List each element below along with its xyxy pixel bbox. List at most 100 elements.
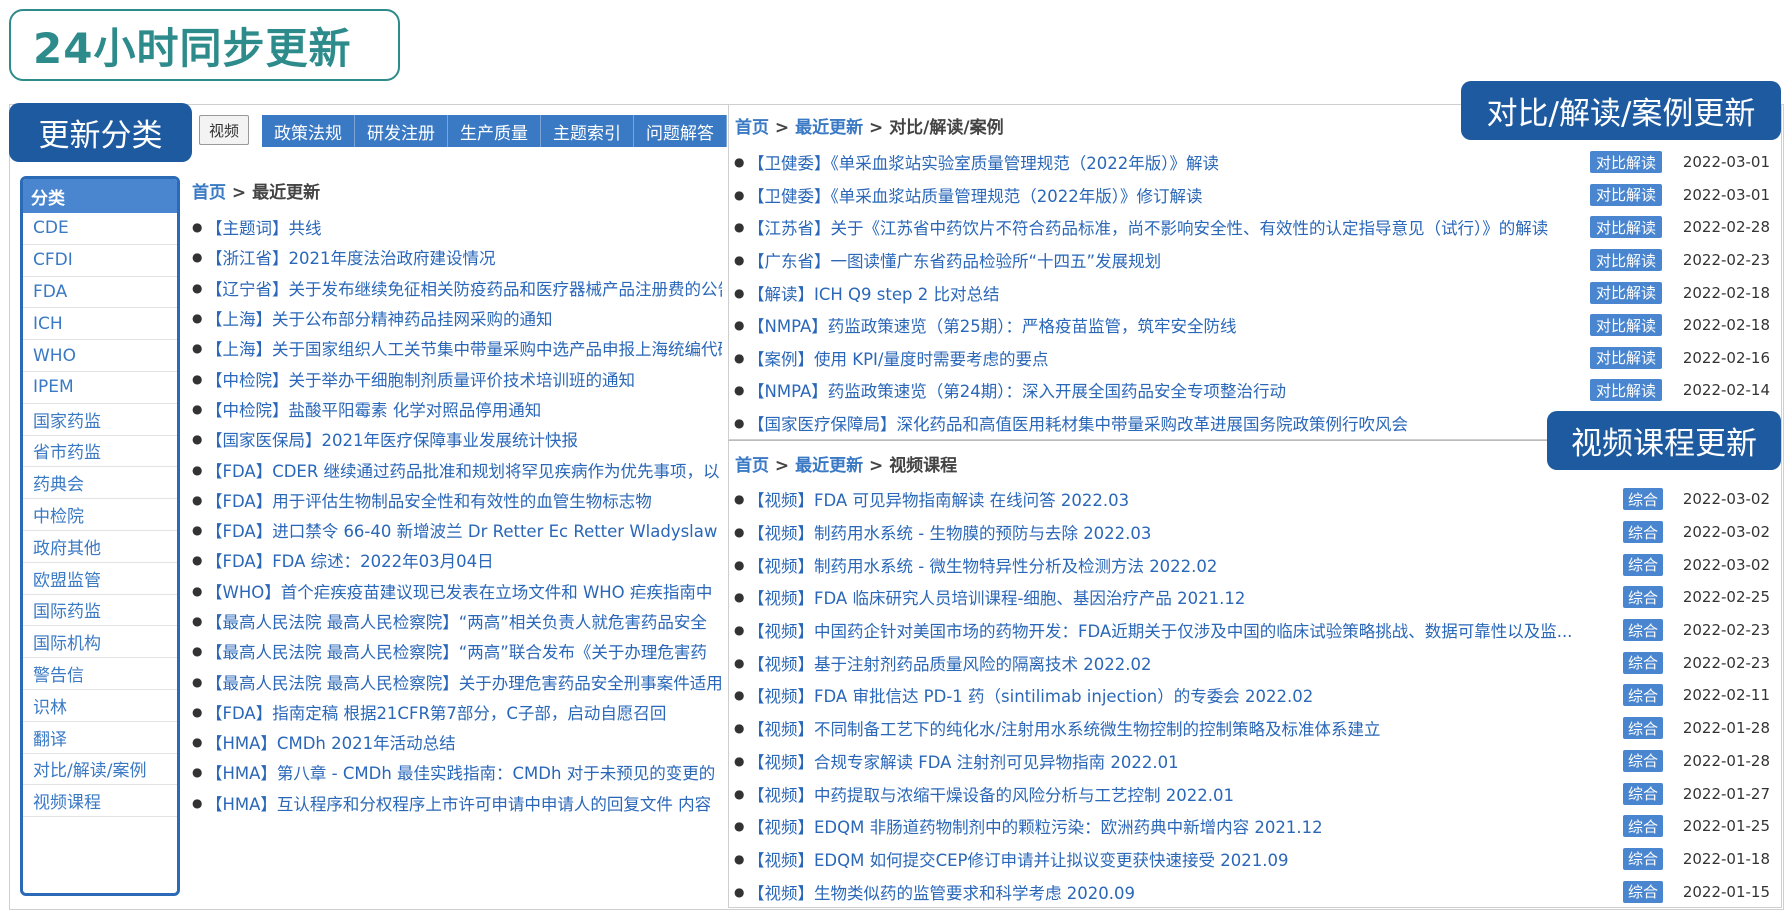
list-item-link[interactable]: 【上海】关于公布部分精神药品挂网采购的通知 bbox=[206, 306, 553, 330]
list-item-link[interactable]: 【NMPA】药监政策速览（第24期）：深入开展全国药品安全专项整治行动 bbox=[748, 378, 1286, 402]
sidebar-item[interactable]: ICH bbox=[23, 308, 177, 341]
category-tag[interactable]: 综合 bbox=[1623, 717, 1663, 740]
list-item-link[interactable]: 【解读】ICH Q9 step 2 比对总结 bbox=[748, 281, 999, 305]
list-item-link[interactable]: 【NMPA】药监政策速览（第25期）：严格疫苗监管，筑牢安全防线 bbox=[748, 313, 1237, 337]
list-item-link[interactable]: 【WHO】首个疟疾疫苗建议现已发表在立场文件和 WHO 疟疾指南中 bbox=[206, 579, 712, 603]
list-item-link[interactable]: 【上海】关于国家组织人工关节集中带量采购中选产品申报上海统编代码 bbox=[206, 336, 722, 360]
list-item-link[interactable]: 【辽宁省】关于发布继续免征相关防疫药品和医疗器械产品注册费的公告 bbox=[206, 276, 722, 300]
category-tag[interactable]: 综合 bbox=[1623, 521, 1663, 544]
category-tag[interactable]: 综合 bbox=[1623, 815, 1663, 838]
list-item-link[interactable]: 【FDA】CDER 继续通过药品批准和规划将罕见疾病作为优先事项，以 bbox=[206, 458, 720, 482]
list-item-link[interactable]: 【视频】制药用水系统 - 微生物特异性分析及检测方法 2022.02 bbox=[748, 553, 1217, 577]
category-tag[interactable]: 对比解读 bbox=[1590, 379, 1662, 402]
list-item-link[interactable]: 【FDA】进口禁令 66-40 新增波兰 Dr Retter Ec Retter… bbox=[206, 518, 717, 542]
bullet-icon: ● bbox=[192, 674, 203, 689]
nav-tab-qa[interactable]: 问题解答 bbox=[634, 115, 727, 147]
breadcrumb-home-link[interactable]: 首页 bbox=[735, 118, 769, 138]
breadcrumb-home-link[interactable]: 首页 bbox=[192, 183, 226, 203]
bullet-icon: ● bbox=[192, 492, 203, 507]
nav-tab-quality[interactable]: 生产质量 bbox=[448, 115, 541, 147]
list-item-link[interactable]: 【HMA】CMDh 2021年活动总结 bbox=[206, 730, 456, 754]
sidebar-item[interactable]: 药典会 bbox=[23, 467, 177, 500]
category-tag[interactable]: 综合 bbox=[1623, 782, 1663, 805]
list-item-link[interactable]: 【主题词】共线 bbox=[206, 215, 322, 239]
category-tag[interactable]: 对比解读 bbox=[1590, 183, 1662, 206]
list-item-link[interactable]: 【视频】制药用水系统 - 生物膜的预防与去除 2022.03 bbox=[748, 520, 1151, 544]
list-item-link[interactable]: 【视频】FDA 审批信达 PD-1 药（sintilimab injection… bbox=[748, 683, 1313, 707]
category-tag[interactable]: 综合 bbox=[1623, 586, 1663, 609]
sidebar-item[interactable]: IPEM bbox=[23, 372, 177, 404]
list-item-link[interactable]: 【视频】EDQM 如何提交CEP修订申请并让拟议变更获快速接受 2021.09 bbox=[748, 847, 1288, 871]
category-tag[interactable]: 对比解读 bbox=[1590, 346, 1662, 369]
list-item-link[interactable]: 【HMA】互认程序和分权程序上市许可申请中申请人的回复文件 内容 bbox=[206, 791, 711, 815]
sidebar-item[interactable]: 识林 bbox=[23, 690, 177, 722]
sidebar-item[interactable]: 翻译 bbox=[23, 722, 177, 754]
sidebar-item[interactable]: 视频课程 bbox=[23, 785, 177, 818]
item-date: 2022-02-18 bbox=[1682, 283, 1770, 302]
sidebar-item[interactable]: 中检院 bbox=[23, 499, 177, 531]
list-item-link[interactable]: 【视频】合规专家解读 FDA 注射剂可见异物指南 2022.01 bbox=[748, 749, 1179, 773]
breadcrumb-home-link[interactable]: 首页 bbox=[735, 456, 769, 476]
list-item-link[interactable]: 【FDA】FDA 综述：2022年03月04日 bbox=[206, 548, 494, 572]
sidebar-item[interactable]: 国际药监 bbox=[23, 595, 177, 627]
list-item-link[interactable]: 【最高人民法院 最高人民检察院】“两高”相关负责人就危害药品安全 bbox=[206, 609, 707, 633]
category-tag[interactable]: 综合 bbox=[1623, 749, 1663, 772]
list-item-link[interactable]: 【卫健委】《单采血浆站质量管理规范（2022年版）》修订解读 bbox=[748, 183, 1203, 207]
sidebar-item[interactable]: 欧盟监管 bbox=[23, 563, 177, 595]
sidebar-item[interactable]: WHO bbox=[23, 340, 177, 372]
sidebar-item[interactable]: FDA bbox=[23, 277, 177, 309]
list-item-link[interactable]: 【视频】FDA 可见异物指南解读 在线问答 2022.03 bbox=[748, 487, 1129, 511]
list-item-link[interactable]: 【卫健委】《单采血浆站实验室质量管理规范（2022年版）》解读 bbox=[748, 150, 1219, 174]
category-tag[interactable]: 综合 bbox=[1623, 619, 1663, 642]
list-item-link[interactable]: 【中检院】盐酸平阳霉素 化学对照品停用通知 bbox=[206, 397, 541, 421]
list-item-link[interactable]: 【视频】EDQM 非肠道药物制剂中的颗粒污染：欧洲药典中新增内容 2021.12 bbox=[748, 814, 1323, 838]
category-tag[interactable]: 综合 bbox=[1623, 488, 1663, 511]
list-item-link[interactable]: 【广东省】一图读懂广东省药品检验所“十四五”发展规划 bbox=[748, 248, 1161, 272]
breadcrumb-recent-link[interactable]: 最近更新 bbox=[795, 456, 863, 476]
nav-tab-rnd[interactable]: 研发注册 bbox=[355, 115, 448, 147]
category-tag[interactable]: 对比解读 bbox=[1590, 314, 1662, 337]
list-item-link[interactable]: 【视频】中药提取与浓缩干燥设备的风险分析与工艺控制 2022.01 bbox=[748, 782, 1234, 806]
list-item-link[interactable]: 【视频】不同制备工艺下的纯化水/注射用水系统微生物控制的控制策略及标准体系建立 bbox=[748, 716, 1381, 740]
list-item-link[interactable]: 【FDA】用于评估生物制品安全性和有效性的血管生物标志物 bbox=[206, 488, 652, 512]
category-tag[interactable]: 对比解读 bbox=[1590, 151, 1662, 174]
list-item-link[interactable]: 【视频】中国药企针对美国市场的药物开发：FDA近期关于仅涉及中国的临床试验策略挑… bbox=[748, 618, 1572, 642]
category-tag[interactable]: 综合 bbox=[1623, 651, 1663, 674]
list-item-link[interactable]: 【中检院】关于举办干细胞制剂质量评价技术培训班的通知 bbox=[206, 367, 635, 391]
nav-tab-policy[interactable]: 政策法规 bbox=[262, 115, 355, 147]
sidebar-item[interactable]: 警告信 bbox=[23, 658, 177, 690]
category-tag[interactable]: 综合 bbox=[1623, 553, 1663, 576]
breadcrumb-recent-link[interactable]: 最近更新 bbox=[795, 118, 863, 138]
list-item-link[interactable]: 【最高人民法院 最高人民检察院】关于办理危害药品安全刑事案件适用 bbox=[206, 670, 722, 694]
category-tag[interactable]: 综合 bbox=[1623, 880, 1663, 903]
list-item-link[interactable]: 【浙江省】2021年度法治政府建设情况 bbox=[206, 245, 496, 269]
nav-tab-topic[interactable]: 主题索引 bbox=[541, 115, 634, 147]
list-item-link[interactable]: 【视频】FDA 临床研究人员培训课程-细胞、基因治疗产品 2021.12 bbox=[748, 585, 1245, 609]
list-item-link[interactable]: 【视频】生物类似药的监管要求和科学考虑 2020.09 bbox=[748, 880, 1135, 904]
category-tag[interactable]: 综合 bbox=[1623, 847, 1663, 870]
list-item-link[interactable]: 【江苏省】关于《江苏省中药饮片不符合药品标准，尚不影响安全性、有效性的认定指导意… bbox=[748, 215, 1548, 239]
category-tag[interactable]: 综合 bbox=[1623, 684, 1663, 707]
sidebar-item[interactable]: 政府其他 bbox=[23, 531, 177, 563]
sidebar-item[interactable]: 国际机构 bbox=[23, 626, 177, 659]
list-item-link[interactable]: 【国家医保局】2021年医疗保障事业发展统计快报 bbox=[206, 427, 578, 451]
sidebar-item[interactable]: 国家药监 bbox=[23, 404, 177, 436]
category-tag[interactable]: 对比解读 bbox=[1590, 216, 1662, 239]
list-item-link[interactable]: 【国家医疗保障局】深化药品和高值医用耗材集中带量采购改革进展国务院政策例行吹风会 bbox=[748, 411, 1408, 435]
sidebar-item[interactable]: 对比/解读/案例 bbox=[23, 754, 177, 786]
list-item-link[interactable]: 【HMA】第八章 - CMDh 最佳实践指南：CMDh 对于未预见的变更的 bbox=[206, 760, 715, 784]
list-item-link[interactable]: 【视频】基于注射剂药品质量风险的隔离技术 2022.02 bbox=[748, 651, 1151, 675]
nav-video-button[interactable]: 视频 bbox=[199, 115, 249, 145]
item-date: 2022-02-25 bbox=[1682, 588, 1770, 607]
list-item: ● 【视频】中药提取与浓缩干燥设备的风险分析与工艺控制 2022.01 综合 2022… bbox=[734, 777, 1778, 810]
sidebar-item[interactable]: 省市药监 bbox=[23, 436, 177, 468]
category-tag[interactable]: 对比解读 bbox=[1590, 281, 1662, 304]
list-item-link[interactable]: 【最高人民法院 最高人民检察院】“两高”联合发布《关于办理危害药 bbox=[206, 639, 707, 663]
list-item: ● 【辽宁省】关于发布继续免征相关防疫药品和医疗器械产品注册费的公告 bbox=[192, 273, 722, 303]
breadcrumb-sep: > bbox=[231, 183, 247, 203]
sidebar-item[interactable]: CDE bbox=[23, 213, 177, 245]
category-tag[interactable]: 对比解读 bbox=[1590, 249, 1662, 272]
list-item-link[interactable]: 【FDA】指南定稿 根据21CFR第7部分，C子部，启动自愿召回 bbox=[206, 700, 666, 724]
sidebar-item[interactable]: CFDI bbox=[23, 245, 177, 277]
list-item-link[interactable]: 【案例】使用 KPI/量度时需要考虑的要点 bbox=[748, 346, 1048, 370]
